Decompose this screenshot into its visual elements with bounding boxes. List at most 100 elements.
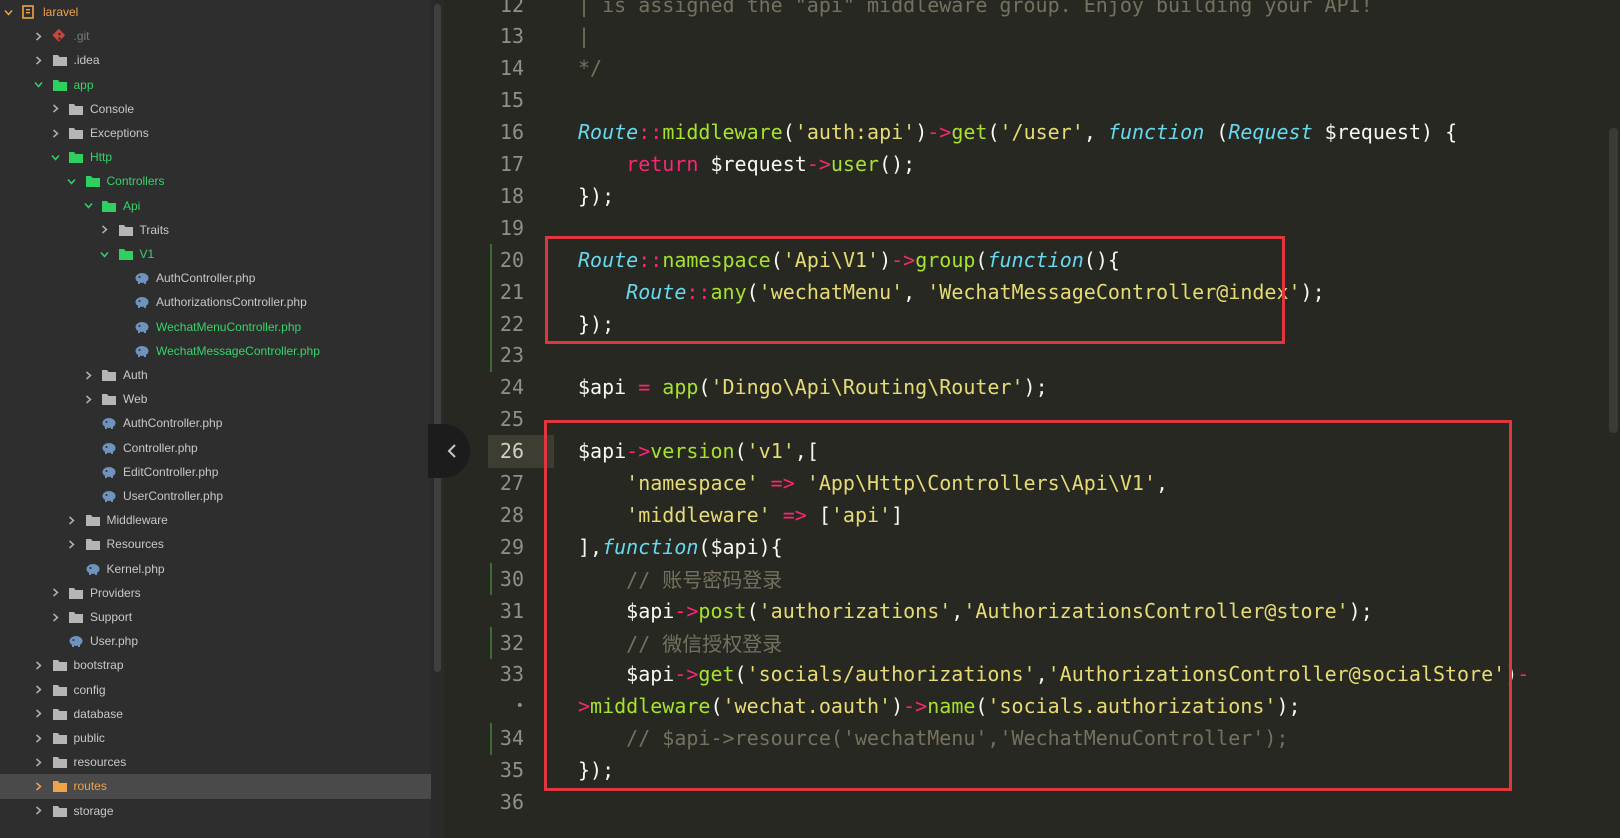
php-file-icon (134, 344, 150, 358)
tree-item-config[interactable]: config (0, 677, 431, 702)
tree-toggle (116, 338, 126, 363)
tree-item-support[interactable]: Support (0, 605, 431, 630)
tree-item-providers[interactable]: Providers (0, 580, 431, 605)
code-editor[interactable]: 12 13 14 15 16 17 18 19 20 21 22 23 24 25 26 27 28 29 30 31… (444, 0, 1620, 838)
code-line[interactable]: return $request -> user (); (578, 148, 915, 181)
tree-item-middleware[interactable]: Middleware (0, 508, 431, 533)
tree-toggle[interactable] (50, 121, 60, 146)
tree-toggle[interactable] (34, 726, 44, 751)
tree-toggle[interactable] (34, 24, 44, 49)
tree-item-exceptions[interactable]: Exceptions (0, 121, 431, 146)
tree-item-authorizationscontroller[interactable]: AuthorizationsController.php (0, 290, 431, 315)
tree-item-routes[interactable]: routes (0, 773, 431, 799)
tree-toggle[interactable] (67, 532, 77, 557)
line-number: 36 (499, 790, 524, 814)
line-number: 16 (499, 120, 524, 145)
tree-toggle[interactable] (34, 72, 44, 97)
tree-item-label: database (73, 706, 123, 721)
tree-item-v1-authcontroller[interactable]: AuthController.php (0, 266, 431, 291)
tree-toggle[interactable] (67, 508, 77, 533)
tree-toggle (83, 435, 93, 460)
tree-toggle[interactable] (34, 48, 44, 73)
tree-toggle (116, 290, 126, 315)
chevron-right-icon (36, 661, 42, 670)
sidebar-scrollbar[interactable] (431, 0, 444, 838)
tree-toggle[interactable] (67, 169, 77, 194)
folder-icon (52, 731, 68, 745)
tree-item-git[interactable]: .git (0, 24, 431, 49)
chevron-right-icon (52, 128, 59, 138)
code-line[interactable]: Route:: middleware('auth:api') -> get('/use… (578, 116, 1457, 149)
code-line[interactable]: }); (578, 179, 614, 212)
tree-item-label: Controllers (106, 174, 165, 189)
tree-item-kernel[interactable]: Kernel.php (0, 556, 431, 581)
tree-toggle[interactable] (34, 774, 44, 799)
tree-toggle[interactable] (83, 387, 93, 412)
line-number: 32 (499, 630, 524, 655)
tree-item-resources-http[interactable]: Resources (0, 532, 431, 557)
tree-item-app[interactable]: app (0, 72, 431, 97)
tree-item-console[interactable]: Console (0, 96, 431, 121)
code-line[interactable]: | (578, 20, 590, 53)
code-line[interactable]: | is assigned the "api" middleware group… (578, 0, 1373, 21)
tree-toggle[interactable] (34, 677, 44, 702)
tree-item-v1[interactable]: V1 (0, 242, 431, 267)
chevron-right-icon (69, 516, 75, 525)
git-change-marker (490, 563, 492, 596)
tree-toggle[interactable] (34, 701, 44, 726)
tree-item-bootstrap[interactable]: bootstrap (0, 653, 431, 678)
tree-toggle (67, 556, 77, 581)
tree-toggle[interactable] (34, 798, 44, 823)
tree-item-resources[interactable]: resources (0, 750, 431, 775)
tree-item-usercontroller[interactable]: UserController.php (0, 484, 431, 509)
editor-scrollbar[interactable] (1607, 0, 1620, 838)
tree-item-idea[interactable]: .idea (0, 48, 431, 73)
tree-toggle[interactable] (100, 217, 110, 242)
editor-scroll-thumb[interactable] (1609, 128, 1618, 433)
code-line[interactable]: */ (578, 52, 602, 85)
tree-item-label: WechatMenuController.php (156, 319, 302, 334)
tree-toggle[interactable] (50, 96, 60, 121)
chevron-right-icon (36, 806, 42, 815)
tree-item-user[interactable]: User.php (0, 629, 431, 654)
tree-toggle[interactable] (83, 193, 93, 218)
tree-toggle (83, 459, 93, 484)
tree-toggle[interactable] (34, 653, 44, 678)
tree-item-label: User.php (90, 634, 139, 649)
tree-toggle[interactable] (83, 363, 93, 388)
tree-item-web[interactable]: Web (0, 387, 431, 412)
tree-item-auth[interactable]: Auth (0, 363, 431, 388)
tree-item-controllers[interactable]: Controllers (0, 169, 431, 194)
chevron-down-icon (50, 154, 60, 161)
php-file-icon (85, 562, 101, 576)
tree-toggle[interactable] (3, 0, 13, 25)
tree-item-wechatmenucontroller[interactable]: WechatMenuController.php (0, 314, 431, 339)
chevron-right-icon (36, 758, 42, 767)
code-line[interactable]: $api = app('Dingo\Api\Routing\Router'); (578, 371, 1048, 404)
tree-item-editcontroller[interactable]: EditController.php (0, 459, 431, 484)
code-token: }); (578, 183, 615, 208)
line-number: 23 (499, 343, 524, 368)
tree-item-public[interactable]: public (0, 726, 431, 751)
tree-item-storage[interactable]: storage (0, 798, 431, 823)
tree-item-authcontroller[interactable]: AuthController.php (0, 411, 431, 436)
tree-item-traits[interactable]: Traits (0, 217, 431, 242)
folder-open-icon (101, 199, 117, 213)
tree-toggle[interactable] (50, 580, 60, 605)
tree-toggle[interactable] (50, 605, 60, 630)
line-number: • (515, 698, 524, 715)
chevron-down-icon (100, 251, 109, 258)
tree-item-http[interactable]: Http (0, 145, 431, 170)
tree-item-controller[interactable]: Controller.php (0, 435, 431, 460)
tree-toggle[interactable] (100, 242, 110, 267)
tree-item-wechatmessagecontroller[interactable]: WechatMessageController.php (0, 338, 431, 363)
tree-item-api[interactable]: Api (0, 193, 431, 218)
chevron-down-icon (83, 203, 93, 209)
tree-toggle[interactable] (34, 750, 44, 775)
line-number: 15 (499, 88, 524, 113)
tree-item-laravel[interactable]: laravel (0, 0, 431, 25)
tree-toggle[interactable] (50, 145, 60, 170)
sidebar-scroll-thumb[interactable] (434, 4, 441, 672)
tree-item-database[interactable]: database (0, 701, 431, 726)
tree-item-label: EditController.php (123, 464, 219, 479)
